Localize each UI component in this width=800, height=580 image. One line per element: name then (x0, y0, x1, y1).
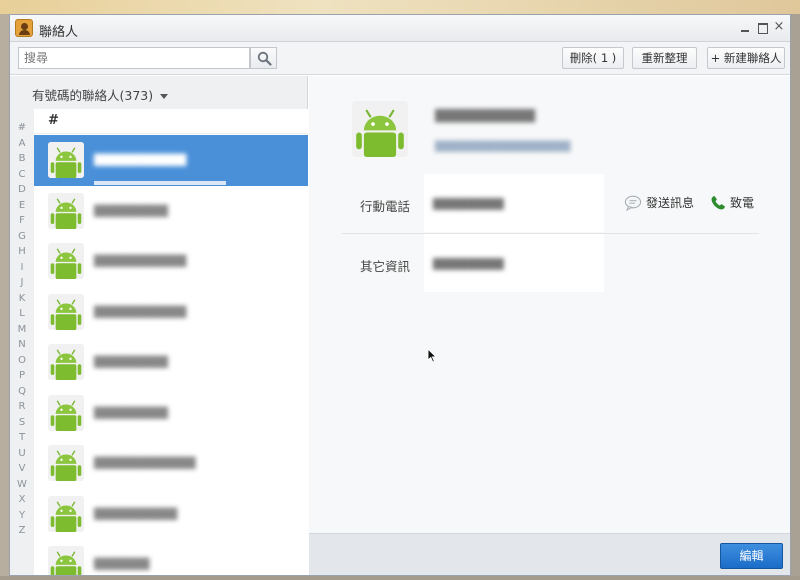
android-robot-icon (48, 344, 84, 380)
alpha-index-letter[interactable]: # (14, 120, 30, 136)
contact-row-selected[interactable]: ▇▇▇▇▇▇▇▇▇▇ (34, 135, 308, 186)
alpha-index-letter[interactable]: L (14, 306, 30, 322)
phone-row: 行動電話 ▇▇▇▇▇▇▇▇ 發送訊息 致電 (342, 174, 759, 234)
alpha-index-letter[interactable]: P (14, 368, 30, 384)
contact-row[interactable]: ▇▇▇▇▇▇▇▇▇▇▇ (34, 438, 308, 489)
contact-name: ▇▇▇▇▇▇▇▇▇ (94, 505, 178, 520)
contact-row[interactable]: ▇▇▇▇▇▇▇▇▇▇ (34, 287, 308, 338)
group-header: # (34, 109, 308, 134)
desktop-background-left (0, 14, 9, 580)
new-contact-button[interactable]: + 新建聯絡人 (707, 47, 785, 69)
row-divider (94, 181, 226, 185)
alpha-index-letter[interactable]: W (14, 477, 30, 493)
mouse-cursor-icon (427, 348, 437, 363)
minimize-button[interactable] (738, 20, 752, 34)
alpha-index-letter[interactable]: E (14, 198, 30, 214)
contact-row[interactable]: ▇▇▇▇▇▇▇▇▇ (34, 489, 308, 540)
android-robot-icon (48, 394, 84, 431)
alphabet-index: # A B C D E F G H I J K L M N O P Q R S … (14, 120, 30, 539)
contacts-book-icon (15, 19, 33, 37)
call-label: 致電 (730, 196, 755, 210)
alpha-index-letter[interactable]: V (14, 461, 30, 477)
alpha-index-letter[interactable]: U (14, 446, 30, 462)
android-robot-icon (48, 495, 84, 532)
maximize-button[interactable] (755, 20, 769, 34)
desktop-background-bottom (0, 576, 800, 580)
magnifier-icon (257, 51, 272, 66)
alpha-index-letter[interactable]: Q (14, 384, 30, 400)
contact-row[interactable]: ▇▇▇▇▇▇▇▇ (34, 337, 308, 388)
detail-footer: 編輯 (309, 533, 790, 575)
contacts-sidebar: 有號碼的聯絡人(373) # A B C D E F G H I J K L M… (10, 76, 308, 575)
toolbar: 刪除( 1 ) 重新整理 + 新建聯絡人 (10, 42, 790, 75)
contact-name: ▇▇▇▇▇▇▇▇▇▇ (94, 303, 187, 318)
alpha-index-letter[interactable]: T (14, 430, 30, 446)
desktop-background-top (0, 0, 800, 14)
alpha-index-letter[interactable]: X (14, 492, 30, 508)
other-info-label: 其它資訊 (360, 259, 411, 274)
desktop-background-right (791, 14, 800, 580)
alpha-index-letter[interactable]: O (14, 353, 30, 369)
android-robot-icon (48, 546, 84, 575)
contact-filter-label: 有號碼的聯絡人(373) (32, 88, 154, 103)
delete-button[interactable]: 刪除( 1 ) (562, 47, 624, 69)
android-robot-icon (48, 243, 84, 279)
contact-row[interactable]: ▇▇▇▇▇▇ (34, 539, 308, 575)
android-robot-icon (48, 192, 84, 229)
alpha-index-letter[interactable]: D (14, 182, 30, 198)
alpha-index-letter[interactable]: Y (14, 508, 30, 524)
call-button[interactable]: 致電 (710, 194, 754, 211)
android-robot-icon (48, 142, 84, 178)
title-bar[interactable]: 聯絡人 × (10, 15, 790, 42)
send-message-label: 發送訊息 (646, 196, 695, 210)
alpha-index-letter[interactable]: A (14, 136, 30, 152)
window-title: 聯絡人 (39, 25, 79, 40)
alpha-index-letter[interactable]: K (14, 291, 30, 307)
close-button[interactable]: × (772, 20, 786, 34)
contact-name: ▇▇▇▇▇▇ (94, 556, 150, 570)
contact-account-label: ▇▇▇▇▇▇▇▇▇▇▇▇▇▇▇▇ (435, 139, 571, 152)
contact-row[interactable]: ▇▇▇▇▇▇▇▇ (34, 388, 308, 439)
speech-bubble-icon (624, 195, 642, 212)
contact-name: ▇▇▇▇▇▇▇▇▇▇ (94, 152, 187, 166)
alpha-index-letter[interactable]: G (14, 229, 30, 245)
alpha-index-letter[interactable]: H (14, 244, 30, 260)
alpha-index-letter[interactable]: I (14, 260, 30, 276)
phone-handset-icon (711, 196, 725, 210)
edit-button[interactable]: 編輯 (720, 543, 783, 569)
contact-detail-name: ▇▇▇▇▇▇▇▇▇▇ (435, 108, 535, 123)
search-input[interactable] (18, 47, 250, 69)
contact-name: ▇▇▇▇▇▇▇▇▇▇ (94, 253, 187, 267)
other-info-row: 其它資訊 ▇▇▇▇▇▇▇▇ (342, 234, 759, 294)
chevron-down-icon (160, 94, 169, 99)
android-robot-icon (48, 293, 84, 330)
contact-filter-dropdown[interactable]: 有號碼的聯絡人(373) (32, 85, 169, 104)
alpha-index-letter[interactable]: C (14, 167, 30, 183)
alpha-index-letter[interactable]: J (14, 275, 30, 291)
phone-value: ▇▇▇▇▇▇▇▇ (433, 196, 504, 210)
contacts-window: 聯絡人 × 刪除( 1 ) 重新整理 + 新建聯絡人 有號碼的聯絡人(373) … (9, 14, 791, 576)
contact-list[interactable]: # ▇▇▇▇▇▇▇▇▇▇ ▇▇▇▇▇▇▇▇ ▇▇▇▇▇▇▇▇▇▇ ▇▇▇▇▇▇▇… (34, 109, 308, 575)
alpha-index-letter[interactable]: M (14, 322, 30, 338)
android-robot-icon (352, 101, 408, 157)
alpha-index-letter[interactable]: S (14, 415, 30, 431)
contact-name: ▇▇▇▇▇▇▇▇ (94, 202, 168, 217)
alpha-index-letter[interactable]: Z (14, 523, 30, 539)
contact-detail-panel: ▇▇▇▇▇▇▇▇▇▇ ▇▇▇▇▇▇▇▇▇▇▇▇▇▇▇▇ 行動電話 ▇▇▇▇▇▇▇… (309, 76, 790, 533)
phone-label: 行動電話 (360, 199, 411, 214)
alpha-index-letter[interactable]: F (14, 213, 30, 229)
search-button[interactable] (250, 47, 277, 69)
android-robot-icon (48, 445, 84, 481)
alpha-index-letter[interactable]: R (14, 399, 30, 415)
send-message-button[interactable]: 發送訊息 (624, 194, 695, 212)
alpha-index-letter[interactable]: N (14, 337, 30, 353)
contact-name: ▇▇▇▇▇▇▇▇▇▇▇ (94, 455, 196, 469)
contact-name: ▇▇▇▇▇▇▇▇ (94, 404, 168, 419)
other-info-value: ▇▇▇▇▇▇▇▇ (433, 256, 504, 270)
alpha-index-letter[interactable]: B (14, 151, 30, 167)
contact-row[interactable]: ▇▇▇▇▇▇▇▇ (34, 186, 308, 237)
contact-name: ▇▇▇▇▇▇▇▇ (94, 354, 168, 368)
reorganize-button[interactable]: 重新整理 (632, 47, 697, 69)
contact-row[interactable]: ▇▇▇▇▇▇▇▇▇▇ (34, 236, 308, 287)
